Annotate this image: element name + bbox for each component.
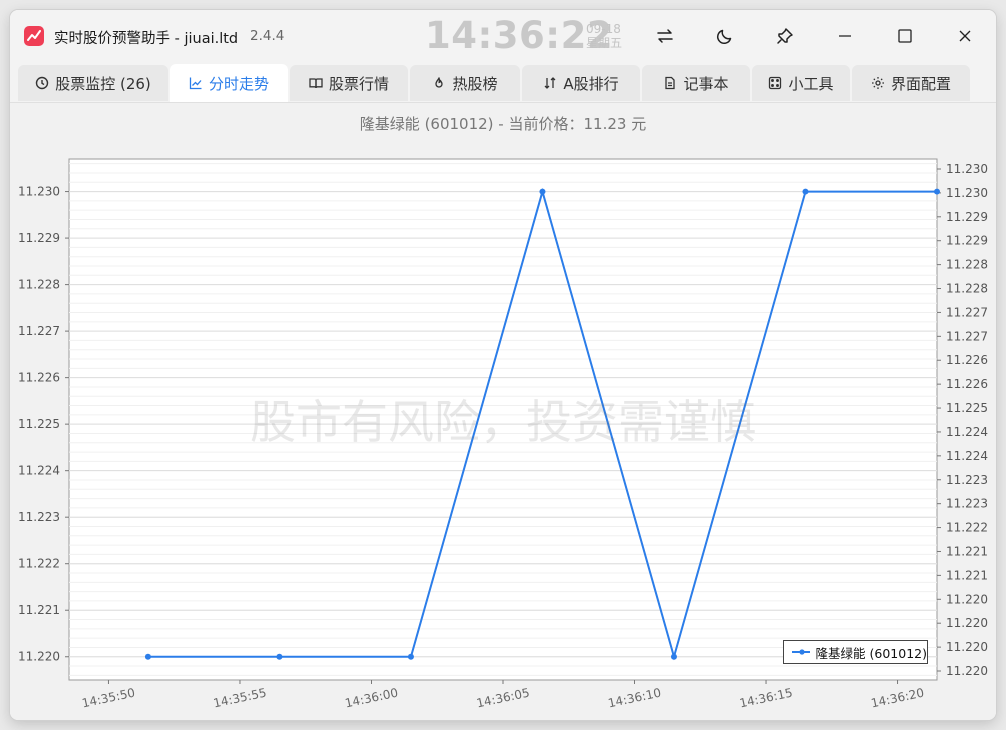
- swap-button[interactable]: [650, 21, 680, 51]
- y-tick-label-left: 11.220: [18, 650, 60, 664]
- tab-stock-quotes[interactable]: 股票行情: [290, 65, 408, 101]
- tab-hot-stocks[interactable]: 热股榜: [410, 65, 520, 101]
- tab-stock-monitor[interactable]: 股票监控 (26): [18, 65, 168, 101]
- y-tick-label-left: 11.226: [18, 371, 60, 385]
- app-logo-icon: [24, 26, 44, 46]
- y-tick-label-left: 11.228: [18, 278, 60, 292]
- data-point: [407, 653, 414, 660]
- x-tick-label: 14:35:50: [81, 686, 137, 711]
- y-tick-label-right: 11.229: [946, 210, 988, 224]
- y-tick-label-right: 11.227: [946, 305, 988, 319]
- y-tick-label-right: 11.230: [946, 186, 988, 200]
- data-point: [934, 188, 940, 195]
- y-tick-label-left: 11.223: [18, 510, 60, 524]
- y-tick-label-left: 11.227: [18, 324, 60, 338]
- data-point: [802, 188, 809, 195]
- clock-date-weekday: 星期五: [586, 36, 623, 50]
- pin-button[interactable]: [770, 21, 800, 51]
- tab-label: 股票监控 (26): [55, 74, 151, 93]
- y-tick-label-left: 11.225: [18, 417, 60, 431]
- clock-date-day: 09-18: [586, 22, 621, 36]
- plot-area: [68, 158, 938, 681]
- tab-label: 分时走势: [208, 74, 269, 93]
- maximize-icon: [898, 29, 912, 43]
- app-window: 实时股价预警助手 - jiuai.ltd 2.4.4 14:36:22 09-1…: [10, 10, 996, 720]
- minimize-icon: [839, 35, 851, 37]
- document-icon: [663, 76, 677, 90]
- y-tick-label-right: 11.221: [946, 544, 988, 558]
- y-tick-label-left: 11.230: [18, 185, 60, 199]
- gear-icon: [871, 76, 885, 90]
- close-button[interactable]: [950, 21, 980, 51]
- y-tick-label-right: 11.220: [946, 592, 988, 606]
- y-tick-label-right: 11.229: [946, 234, 988, 248]
- tab-label: 记事本: [683, 74, 729, 93]
- y-tick-label-right: 11.223: [946, 497, 988, 511]
- y-tick-label-right: 11.225: [946, 401, 988, 415]
- line-chart-icon: [189, 76, 203, 90]
- pin-icon: [777, 28, 793, 44]
- tab-bar: 股票监控 (26) 分时走势 股票行情 热股榜 A股排行 记事本 小工具 界面配…: [10, 63, 996, 103]
- app-version: 2.4.4: [250, 28, 285, 44]
- y-tick-label-right: 11.226: [946, 353, 988, 367]
- book-icon: [309, 76, 323, 90]
- legend-line-marker: [792, 649, 810, 655]
- y-tick-label-right: 11.223: [946, 473, 988, 487]
- intraday-chart-panel: 隆基绿能 (601012) - 当前价格：11.23 元 11.220 11.22…: [10, 102, 996, 720]
- y-tick-label-right: 11.222: [946, 521, 988, 535]
- x-tick-label: 14:36:10: [607, 686, 663, 711]
- x-tick-label: 14:36:00: [344, 686, 400, 711]
- y-tick-label-right: 11.220: [946, 616, 988, 630]
- chart-legend: 隆基绿能 (601012): [783, 640, 928, 664]
- app-title: 实时股价预警助手 - jiuai.ltd: [54, 31, 239, 47]
- legend-label: 隆基绿能 (601012): [815, 645, 927, 661]
- y-tick-label-right: 11.220: [946, 664, 988, 678]
- y-tick-label-left: 11.221: [18, 603, 60, 617]
- tab-notepad[interactable]: 记事本: [642, 65, 750, 101]
- x-tick-label: 14:36:15: [738, 686, 794, 711]
- tab-intraday-trend[interactable]: 分时走势: [170, 64, 288, 102]
- y-tick-label-left: 11.229: [18, 231, 60, 245]
- y-tick-label-right: 11.228: [946, 258, 988, 272]
- y-tick-label-right: 11.220: [946, 640, 988, 654]
- y-tick-label-left: 11.224: [18, 464, 60, 478]
- y-tick-label-right: 11.226: [946, 377, 988, 391]
- clock-date: 09-18 星期五: [586, 22, 622, 50]
- tab-label: A股排行: [563, 74, 619, 93]
- dark-mode-button[interactable]: [710, 21, 740, 51]
- y-tick-label-right: 11.221: [946, 568, 988, 582]
- tab-tools[interactable]: 小工具: [752, 65, 850, 101]
- x-tick-label: 14:36:05: [475, 686, 531, 711]
- tab-ui-settings[interactable]: 界面配置: [852, 65, 970, 101]
- sort-icon: [543, 76, 557, 90]
- dice-icon: [768, 76, 782, 90]
- tab-label: 界面配置: [890, 74, 951, 93]
- tab-label: 小工具: [788, 74, 834, 93]
- tab-a-share-ranking[interactable]: A股排行: [522, 65, 640, 101]
- intraday-line-chart[interactable]: 11.220 11.221 11.222 11.223 11.224 11.225 11.2…: [10, 103, 996, 720]
- data-point: [144, 653, 151, 660]
- swap-icon: [657, 29, 673, 43]
- y-tick-label-right: 11.224: [946, 425, 988, 439]
- y-tick-label-left: 11.222: [18, 557, 60, 571]
- x-tick-label: 14:36:20: [870, 686, 926, 711]
- flame-icon: [432, 76, 446, 90]
- tab-label: 股票行情: [328, 74, 389, 93]
- tab-label: 热股榜: [452, 74, 498, 93]
- y-tick-label-right: 11.228: [946, 282, 988, 296]
- clock-time: 14:36:22: [425, 14, 614, 57]
- maximize-button[interactable]: [890, 21, 920, 51]
- clock-icon: [35, 76, 49, 90]
- minimize-button[interactable]: [830, 21, 860, 51]
- data-point: [539, 188, 546, 195]
- moon-icon: [716, 29, 732, 45]
- x-tick-label: 14:35:55: [212, 686, 268, 711]
- y-tick-label-right: 11.227: [946, 329, 988, 343]
- title-bar[interactable]: 实时股价预警助手 - jiuai.ltd 2.4.4 14:36:22 09-1…: [10, 10, 996, 62]
- close-icon: [959, 30, 971, 42]
- data-point: [670, 653, 677, 660]
- data-point: [276, 653, 283, 660]
- y-tick-label-right: 11.230: [946, 162, 988, 176]
- y-tick-label-right: 11.224: [946, 449, 988, 463]
